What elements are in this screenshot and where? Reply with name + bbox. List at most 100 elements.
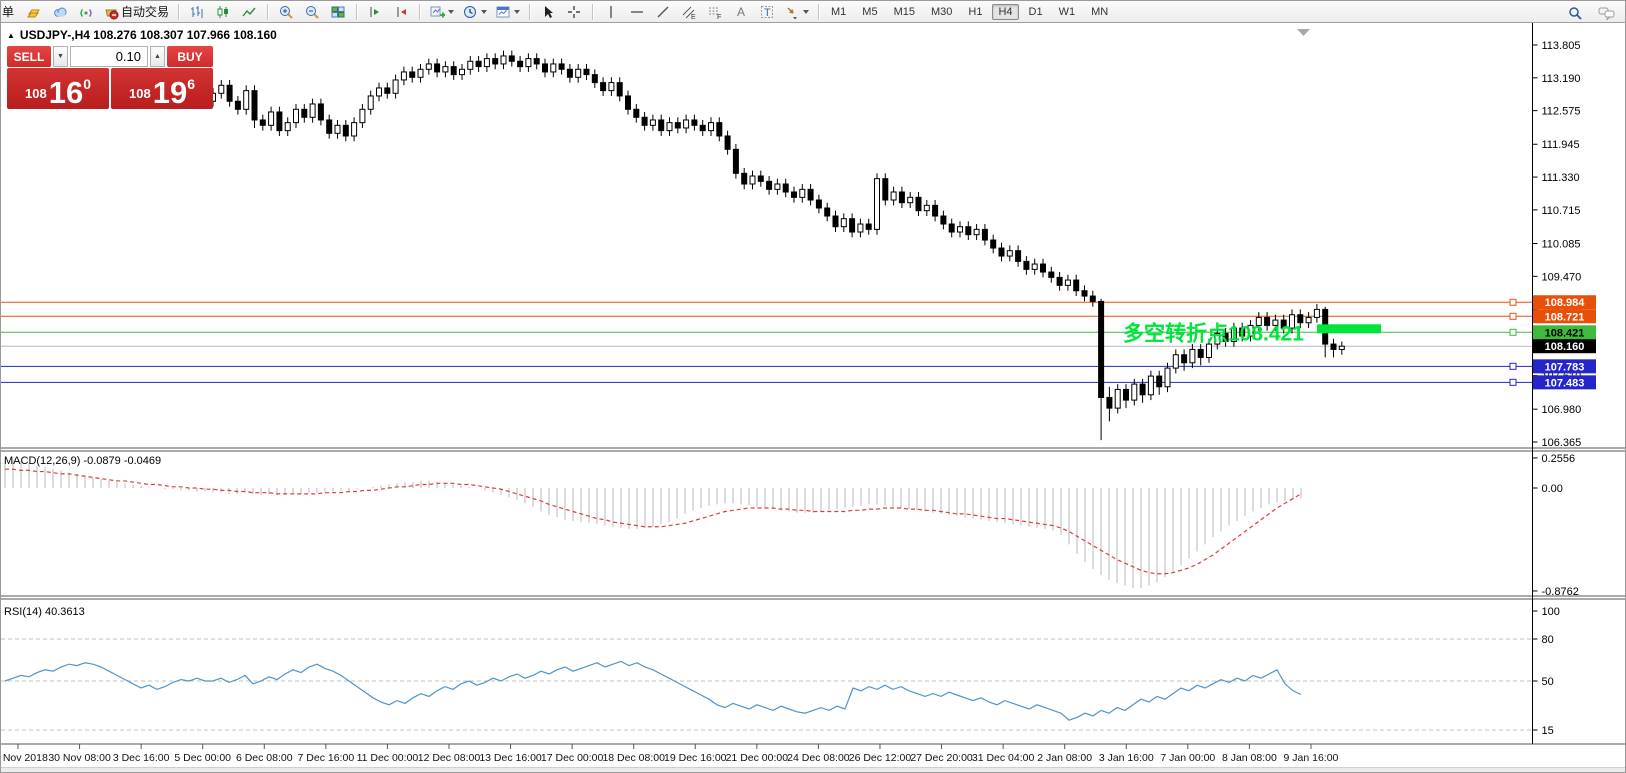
line-chart-type-icon[interactable] [237,2,261,22]
trendline-tool[interactable] [651,2,675,22]
svg-text:11 Dec 00:00: 11 Dec 00:00 [357,752,419,764]
svg-text:100: 100 [1542,606,1560,618]
volume-decrease-button[interactable]: ▼ [53,46,68,67]
auto-scroll-icon[interactable] [363,2,387,22]
sell-price-sup: 0 [83,76,91,92]
equidistant-channel-tool[interactable]: E [677,2,701,22]
sell-price-display[interactable]: 108 16 0 [7,68,109,109]
cloud-icon[interactable] [48,2,72,22]
rsi-label: RSI(14) 40.3613 [4,606,85,618]
candlestick-chart-type-icon[interactable] [211,2,235,22]
timeframe-D1[interactable]: D1 [1023,4,1049,20]
svg-text:107.783: 107.783 [1545,361,1585,373]
buy-button[interactable]: BUY [167,46,213,67]
sell-button[interactable]: SELL [7,46,51,67]
vertical-line-tool[interactable] [599,2,623,22]
price-level-tag[interactable]: 107.483 [1533,375,1596,389]
bar-chart-type-icon[interactable] [185,2,209,22]
svg-text:19 Dec 16:00: 19 Dec 16:00 [664,752,727,764]
annotation-bar [1317,324,1381,333]
svg-text:F: F [717,14,721,20]
auto-trading-icon [103,4,119,20]
arrows-tool[interactable] [781,2,812,22]
svg-text:27 Dec 20:00: 27 Dec 20:00 [910,752,973,764]
volume-input[interactable] [70,46,148,67]
price-level-tag[interactable]: 108.421 [1533,325,1596,339]
timeframe-M5[interactable]: M5 [856,4,883,20]
fibonacci-tool[interactable]: F [703,2,727,22]
chart-shift-icon[interactable] [389,2,413,22]
svg-text:29 Nov 2018: 29 Nov 2018 [1,752,48,764]
signal-icon[interactable] [74,2,98,22]
svg-text:2 Jan 08:00: 2 Jan 08:00 [1037,752,1092,764]
search-icon[interactable] [1563,3,1587,23]
template-button[interactable] [492,2,523,22]
toolbar-separator [419,4,420,20]
svg-text:31 Dec 04:00: 31 Dec 04:00 [972,752,1035,764]
hline-handle[interactable] [1510,379,1516,385]
dropdown-arrow-icon [448,10,454,14]
buy-price-display[interactable]: 108 19 6 [111,68,213,109]
toolbar-separator [592,4,593,20]
add-indicator-button[interactable] [426,2,457,22]
volume-increase-button[interactable]: ▲ [150,46,165,67]
sell-price-main: 16 [49,80,83,106]
horizontal-line-tool[interactable] [625,2,649,22]
trading-app-window: 单 自动交易 E F A T M1M5 M15 [0,0,1626,773]
text-tool[interactable]: A [729,2,753,22]
svg-text:108.421: 108.421 [1545,327,1585,339]
svg-text:A: A [737,5,745,19]
tile-windows-icon[interactable] [326,2,350,22]
svg-text:107.483: 107.483 [1545,377,1585,389]
hline-handle[interactable] [1510,313,1516,319]
svg-text:6 Dec 08:00: 6 Dec 08:00 [236,752,293,764]
gold-bars-icon[interactable] [22,2,46,22]
hline-handle[interactable] [1510,363,1516,369]
timeframe-MN[interactable]: MN [1085,4,1114,20]
timeframe-H4[interactable]: H4 [992,4,1018,20]
svg-text:3 Jan 16:00: 3 Jan 16:00 [1099,752,1154,764]
hline-handle[interactable] [1510,329,1516,335]
price-level-tag[interactable]: 108.984 [1533,295,1596,309]
toolbar-right-icons [1563,3,1619,23]
svg-text:24 Dec 08:00: 24 Dec 08:00 [787,752,850,764]
collapse-icon[interactable]: ▲ [7,31,15,40]
buy-price-prefix: 108 [129,86,151,101]
zoom-in-icon[interactable] [274,2,298,22]
chat-icon[interactable] [1595,3,1619,23]
svg-text:15: 15 [1542,725,1554,737]
chart-canvas: 多空转折点108.421113.805113.190112.575111.945… [1,23,1626,767]
symbol-title: USDJPY-,H4 108.276 108.307 107.966 108.1… [20,28,277,42]
svg-text:17 Dec 00:00: 17 Dec 00:00 [541,752,604,764]
price-level-tag[interactable]: 107.783 [1533,359,1596,373]
cursor-tool[interactable] [536,2,560,22]
auto-trading-button[interactable]: 自动交易 [100,2,172,22]
text-label-tool[interactable]: T [755,2,779,22]
svg-text:5 Dec 00:00: 5 Dec 00:00 [174,752,231,764]
crosshair-tool[interactable] [562,2,586,22]
svg-text:E: E [691,14,696,20]
toolbar-separator [178,4,179,20]
svg-text:0.00: 0.00 [1542,483,1563,495]
price-level-tag[interactable]: 108.721 [1533,309,1596,323]
timeframe-M15[interactable]: M15 [888,4,921,20]
zoom-out-icon[interactable] [300,2,324,22]
macd-label: MACD(12,26,9) -0.0879 -0.0469 [4,455,161,467]
add-indicator-icon [429,4,445,20]
new-order-button[interactable]: 单 [0,2,20,22]
toolbar-separator [356,4,357,20]
dropdown-arrow-icon [803,10,809,14]
svg-text:108.984: 108.984 [1545,297,1586,309]
chart-shift-marker-icon[interactable] [1297,29,1310,36]
hline-handle[interactable] [1510,299,1516,305]
toolbar: 单 自动交易 E F A T M1M5 M15 [1,1,1626,23]
timeframe-M30[interactable]: M30 [925,4,958,20]
timeframe-H1[interactable]: H1 [962,4,988,20]
timeframe-W1[interactable]: W1 [1053,4,1082,20]
timeframe-M1[interactable]: M1 [825,4,852,20]
svg-text:21 Dec 00:00: 21 Dec 00:00 [726,752,789,764]
svg-text:12 Dec 08:00: 12 Dec 08:00 [418,752,481,764]
svg-text:111.945: 111.945 [1542,139,1580,151]
current-price-tag[interactable]: 108.160 [1533,339,1596,353]
periods-button[interactable] [459,2,490,22]
